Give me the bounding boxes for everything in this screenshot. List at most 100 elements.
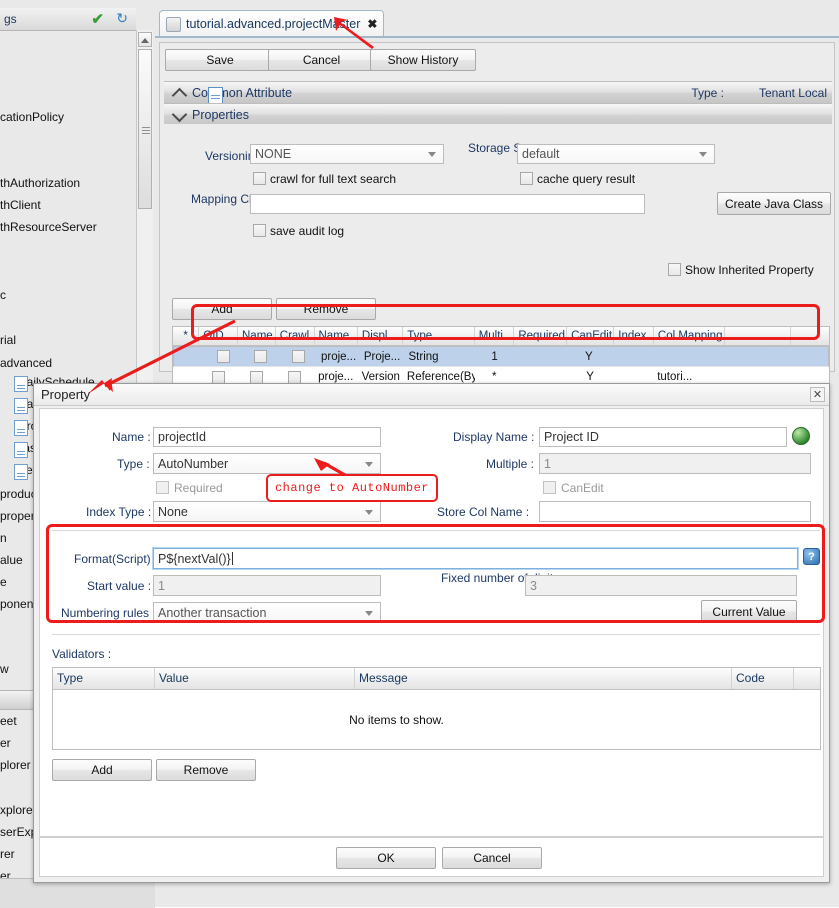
current-value-button[interactable]: Current Value (701, 600, 797, 623)
cell-col-mapping: tutori... (657, 371, 693, 383)
remove-property-button-top[interactable]: Remove (276, 298, 376, 320)
remove-validator-button[interactable]: Remove (156, 759, 256, 781)
sidebar-item[interactable]: advanced (0, 356, 52, 370)
name-checkbox[interactable] (250, 370, 264, 384)
store-col-name-input[interactable] (539, 501, 811, 522)
index-type-select[interactable]: None (153, 501, 381, 522)
validators-grid[interactable]: Type Value Message Code No items to show… (52, 667, 821, 750)
sidebar-item[interactable]: tas (0, 441, 36, 458)
cache-query-result-checkbox[interactable] (520, 172, 533, 185)
sidebar-item[interactable]: n (0, 531, 7, 545)
name-checkbox[interactable] (254, 350, 268, 363)
canedit-label: CanEdit (561, 481, 604, 495)
sidebar-item[interactable]: thClient (0, 198, 41, 212)
section-title: Properties (192, 107, 249, 122)
multiple-input[interactable]: 1 (539, 453, 811, 474)
cell-canedit: Y (585, 350, 593, 363)
dialog-footer: OK Cancel (39, 837, 824, 877)
chevron-up-icon (171, 86, 188, 103)
sidebar-item[interactable]: produc (0, 487, 37, 501)
add-property-button-top[interactable]: Add (172, 298, 272, 320)
numbering-rules-select[interactable]: Another transaction (153, 602, 381, 623)
name-label: Name : (112, 430, 151, 444)
section-title: Common Attribute (192, 85, 293, 100)
sidebar-item[interactable]: ve (0, 463, 33, 480)
crawl-checkbox[interactable] (291, 350, 305, 363)
globe-icon[interactable] (792, 427, 810, 445)
cancel-button[interactable]: Cancel (268, 49, 375, 71)
display-name-value: Project ID (544, 430, 599, 444)
section-properties[interactable]: Properties (164, 103, 832, 126)
name-input[interactable]: projectId (153, 427, 381, 447)
sidebar-item[interactable]: rial (0, 333, 16, 347)
crawl-checkbox[interactable] (288, 370, 302, 384)
cell-name: proje... (320, 350, 357, 363)
green-check-icon[interactable]: ✔ (91, 10, 104, 28)
sidebar-item[interactable]: er (0, 736, 11, 750)
section-common-attribute[interactable]: Common Attribute Type : Tenant Local (164, 81, 832, 104)
fixed-digits-input[interactable]: 3 (525, 575, 797, 596)
sidebar-item[interactable]: rer (0, 847, 15, 861)
fixed-digits-label: Fixed number of digits : (441, 571, 566, 585)
required-checkbox[interactable] (156, 481, 169, 494)
close-icon[interactable]: ✕ (810, 387, 825, 402)
sidebar-item[interactable]: proper (0, 509, 35, 523)
fixed-digits-value: 3 (530, 578, 537, 593)
display-name-input[interactable]: Project ID (539, 427, 787, 447)
create-java-class-button[interactable]: Create Java Class (717, 192, 831, 215)
index-type-value: None (158, 504, 188, 519)
sidebar-item[interactable]: thAuthorization (0, 176, 80, 190)
editor-panel: Save Cancel Show History Common Attribut… (159, 42, 835, 430)
type-label: Type : (117, 457, 150, 471)
multiple-value: 1 (544, 456, 551, 471)
format-script-input[interactable]: P${nextVal()} (152, 547, 799, 570)
help-icon[interactable]: ? (803, 548, 820, 565)
chevron-down-icon (171, 106, 188, 122)
sidebar-item[interactable]: serExp (0, 825, 37, 839)
sidebar-item[interactable]: cationPolicy (0, 110, 64, 124)
versioning-select[interactable]: NONE (250, 144, 444, 164)
ok-button[interactable]: OK (336, 847, 436, 869)
annotation-arrow-tab (328, 16, 378, 50)
storage-space-select[interactable]: default (517, 144, 715, 164)
cell-type: String (408, 350, 439, 363)
cancel-button[interactable]: Cancel (442, 847, 542, 869)
cell-multi: * (492, 371, 497, 383)
sidebar-item[interactable]: eet (0, 714, 17, 728)
add-validator-button[interactable]: Add (52, 759, 152, 781)
canedit-checkbox[interactable] (543, 481, 556, 494)
tab-underline (155, 36, 839, 38)
scrollbar-thumb[interactable] (138, 49, 152, 209)
cell-type: Reference(By) (406, 371, 475, 383)
store-col-name-label: Store Col Name : (437, 505, 530, 519)
dialog-body: Name : projectId Display Name : Project … (39, 408, 824, 837)
save-audit-log-label: save audit log (270, 224, 345, 238)
type-label: Type : (691, 86, 724, 100)
sidebar-item[interactable]: xplore (0, 803, 33, 817)
scroll-up-arrow-icon[interactable] (138, 32, 152, 47)
annotation-change-to-autonumber: change to AutoNumber (266, 474, 438, 502)
versioning-value: NONE (255, 147, 292, 161)
sidebar-item[interactable]: w (0, 662, 9, 676)
show-history-button[interactable]: Show History (370, 49, 476, 71)
start-value-input[interactable]: 1 (153, 575, 381, 596)
show-inherited-property-checkbox[interactable] (668, 263, 681, 276)
sidebar-item[interactable]: e (0, 575, 7, 589)
sidebar-item[interactable]: plorer (0, 758, 31, 772)
sidebar-item[interactable]: thResourceServer (0, 220, 97, 234)
mapping-class-input[interactable] (250, 194, 645, 214)
refresh-icon[interactable]: ↻ (116, 10, 128, 27)
sidebar-item[interactable]: alue (0, 553, 23, 567)
save-button[interactable]: Save (165, 49, 275, 71)
show-inherited-property-label: Show Inherited Property (685, 263, 814, 277)
crawl-full-text-checkbox[interactable] (253, 172, 266, 185)
mapping-class-label: Mapping Class : (191, 192, 278, 206)
save-audit-log-checkbox[interactable] (253, 224, 266, 237)
sidebar-item[interactable]: da (0, 397, 33, 414)
sidebar-item[interactable]: c (0, 288, 6, 302)
document-icon (166, 16, 181, 32)
table-row[interactable]: proje... Proje... String 1 Y (173, 346, 829, 367)
sidebar-item-projectmaster[interactable]: pro (0, 419, 37, 436)
validators-empty-message: No items to show. (349, 712, 444, 727)
document-icon (14, 442, 28, 458)
